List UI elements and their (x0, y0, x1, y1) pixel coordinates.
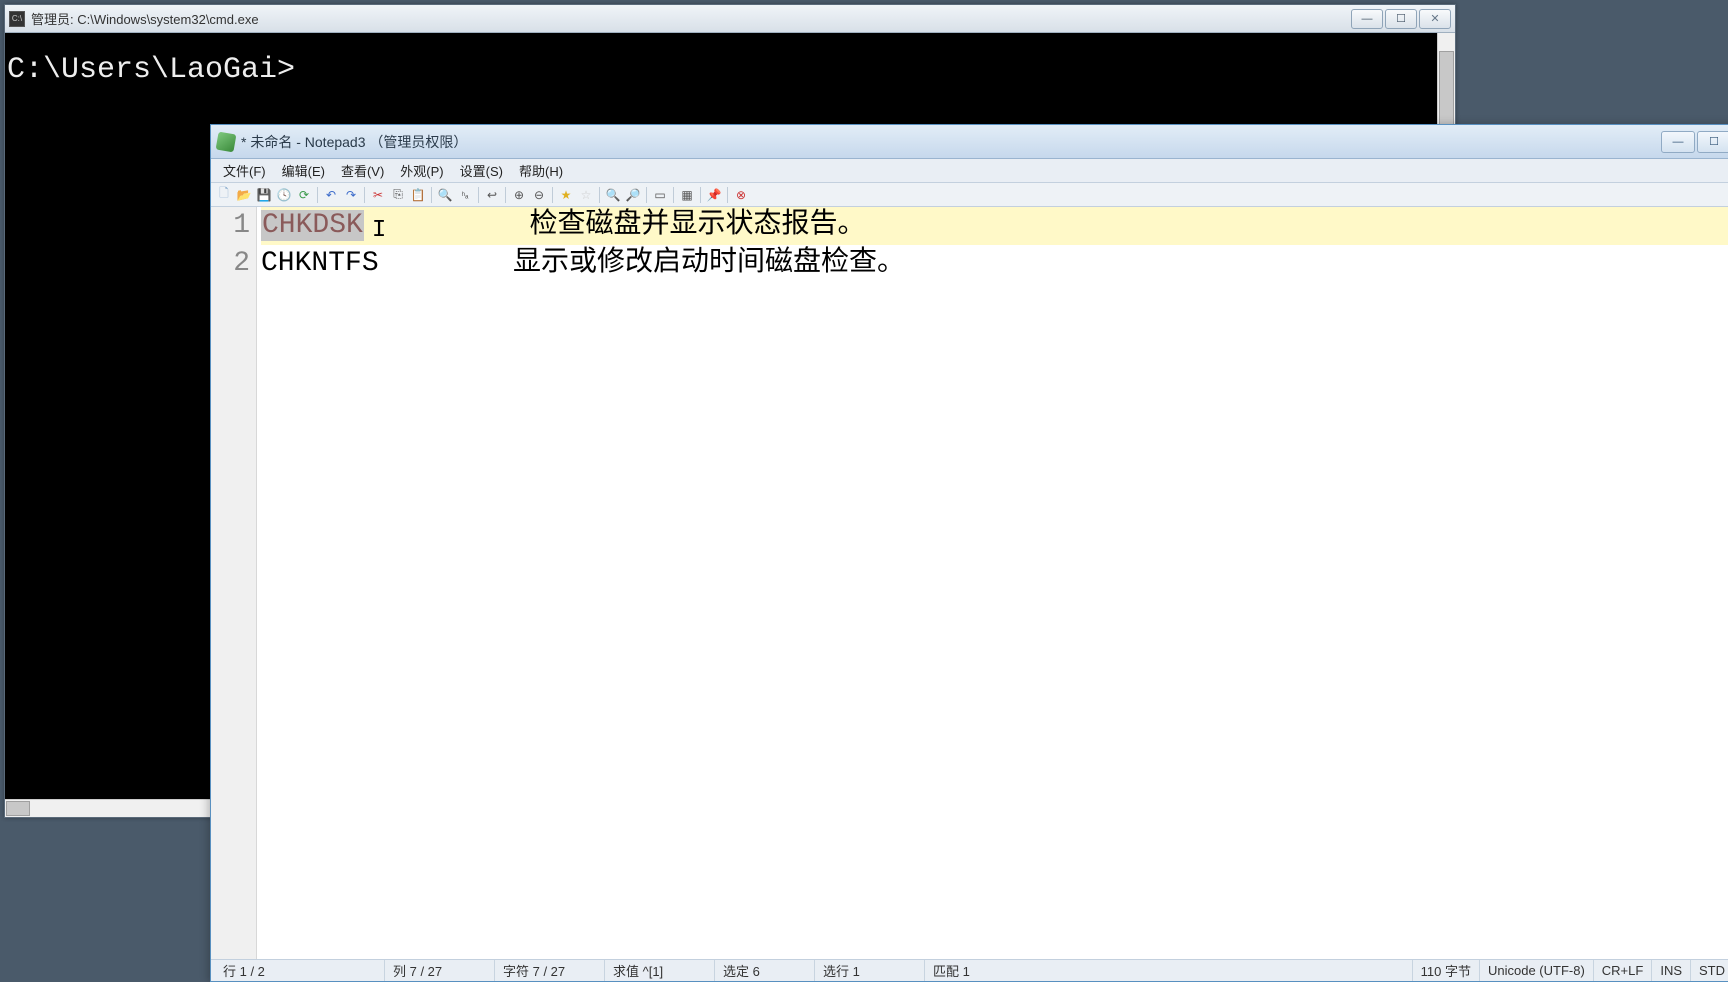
status-std: STD (1691, 960, 1728, 981)
paste-icon[interactable]: 📋 (409, 186, 427, 204)
replace-icon[interactable]: ʰₐ (456, 186, 474, 204)
maximize-button[interactable]: ☐ (1385, 9, 1417, 29)
toolbar-separator (646, 187, 647, 203)
toolbar-separator (552, 187, 553, 203)
scrollbar-thumb[interactable] (6, 801, 30, 816)
copy-icon[interactable]: ⎘ (389, 186, 407, 204)
find-icon[interactable]: 🔍 (436, 186, 454, 204)
status-bytes: 110 字节 (1413, 960, 1480, 981)
cmd-prompt: C:\Users\LaoGai> (7, 53, 295, 87)
editor-line[interactable]: CHKDSKI 检查磁盘并显示状态报告。 (261, 207, 1728, 245)
search-back-icon[interactable]: 🔍 (604, 186, 622, 204)
line-desc: 检查磁盘并显示状态报告。 (529, 210, 865, 241)
cmd-window-controls: — ☐ ✕ (1351, 9, 1451, 29)
wordwrap-icon[interactable]: ↩ (483, 186, 501, 204)
status-char: 字符 7 / 27 (495, 960, 605, 981)
text-cursor-icon: I (372, 212, 386, 250)
notepad3-titlebar[interactable]: * 未命名 - Notepad3 （管理员权限） — ☐ (211, 125, 1728, 159)
status-selline: 选行 1 (815, 960, 925, 981)
zoom-out-icon[interactable]: ⊖ (530, 186, 548, 204)
editor-area[interactable]: 1 2 CHKDSKI 检查磁盘并显示状态报告。 CHKNTFS 显示或修改启动… (211, 207, 1728, 959)
bookmark-icon[interactable]: ★ (557, 186, 575, 204)
menu-appearance[interactable]: 外观(P) (392, 159, 451, 182)
toggle2-icon[interactable]: ▦ (678, 186, 696, 204)
line-gutter: 1 2 (211, 207, 257, 959)
line-number: 2 (211, 245, 250, 283)
editor-content[interactable]: CHKDSKI 检查磁盘并显示状态报告。 CHKNTFS 显示或修改启动时间磁盘… (257, 207, 1728, 959)
notepad3-window-controls: — ☐ (1659, 131, 1728, 153)
notepad3-title: * 未命名 - Notepad3 （管理员权限） (241, 132, 1659, 152)
status-eol: CR+LF (1594, 960, 1653, 981)
redo-icon[interactable]: ↷ (342, 186, 360, 204)
cmd-icon: C:\ (9, 11, 25, 27)
menu-settings[interactable]: 设置(S) (452, 159, 511, 182)
selection: CHKDSK (261, 210, 364, 241)
status-line: 行 1 / 2 (215, 960, 385, 981)
toolbar-separator (599, 187, 600, 203)
toggle1-icon[interactable]: ▭ (651, 186, 669, 204)
maximize-button[interactable]: ☐ (1697, 131, 1728, 153)
status-match: 匹配 1 (925, 960, 1413, 981)
notepad3-menubar: 文件(F) 编辑(E) 查看(V) 外观(P) 设置(S) 帮助(H) (211, 159, 1728, 183)
recent-icon[interactable]: 🕓 (275, 186, 293, 204)
cmd-titlebar[interactable]: C:\ 管理员: C:\Windows\system32\cmd.exe — ☐… (5, 5, 1455, 33)
toolbar-separator (431, 187, 432, 203)
toolbar-separator (673, 187, 674, 203)
toolbar-separator (364, 187, 365, 203)
toolbar-separator (700, 187, 701, 203)
editor-line[interactable]: CHKNTFS 显示或修改启动时间磁盘检查。 (261, 245, 1728, 283)
cut-icon[interactable]: ✂ (369, 186, 387, 204)
toolbar-separator (505, 187, 506, 203)
menu-help[interactable]: 帮助(H) (511, 159, 571, 182)
pin-icon[interactable]: 📌 (705, 186, 723, 204)
line-desc: 显示或修改启动时间磁盘检查。 (513, 248, 905, 279)
status-ins: INS (1652, 960, 1691, 981)
zoom-in-icon[interactable]: ⊕ (510, 186, 528, 204)
menu-edit[interactable]: 编辑(E) (274, 159, 333, 182)
status-encoding: Unicode (UTF-8) (1480, 960, 1594, 981)
scrollbar-thumb[interactable] (1439, 51, 1454, 131)
undo-icon[interactable]: ↶ (322, 186, 340, 204)
cmd-title: 管理员: C:\Windows\system32\cmd.exe (31, 9, 1351, 28)
menu-view[interactable]: 查看(V) (333, 159, 392, 182)
new-file-icon[interactable]: 🗋 (215, 186, 233, 204)
statusbar: 行 1 / 2 列 7 / 27 字符 7 / 27 求值 ^[1] 选定 6 … (211, 959, 1728, 981)
bookmark-clear-icon[interactable]: ☆ (577, 186, 595, 204)
line-cmd: CHKNTFS (261, 248, 379, 279)
toolbar-separator (317, 187, 318, 203)
status-eval: 求值 ^[1] (605, 960, 715, 981)
line-number: 1 (211, 207, 250, 245)
status-sel: 选定 6 (715, 960, 815, 981)
notepad3-toolbar: 🗋 📂 💾 🕓 ⟳ ↶ ↷ ✂ ⎘ 📋 🔍 ʰₐ ↩ ⊕ ⊖ ★ ☆ 🔍 🔎 ▭… (211, 183, 1728, 207)
open-file-icon[interactable]: 📂 (235, 186, 253, 204)
save-icon[interactable]: 💾 (255, 186, 273, 204)
refresh-icon[interactable]: ⟳ (295, 186, 313, 204)
status-col: 列 7 / 27 (385, 960, 495, 981)
menu-file[interactable]: 文件(F) (215, 159, 274, 182)
toolbar-separator (478, 187, 479, 203)
minimize-button[interactable]: — (1351, 9, 1383, 29)
close-button[interactable]: ✕ (1419, 9, 1451, 29)
exit-icon[interactable]: ⊗ (732, 186, 750, 204)
minimize-button[interactable]: — (1661, 131, 1695, 153)
toolbar-separator (727, 187, 728, 203)
notepad3-window: * 未命名 - Notepad3 （管理员权限） — ☐ 文件(F) 编辑(E)… (210, 124, 1728, 982)
notepad3-icon (217, 133, 235, 151)
search-fwd-icon[interactable]: 🔎 (624, 186, 642, 204)
